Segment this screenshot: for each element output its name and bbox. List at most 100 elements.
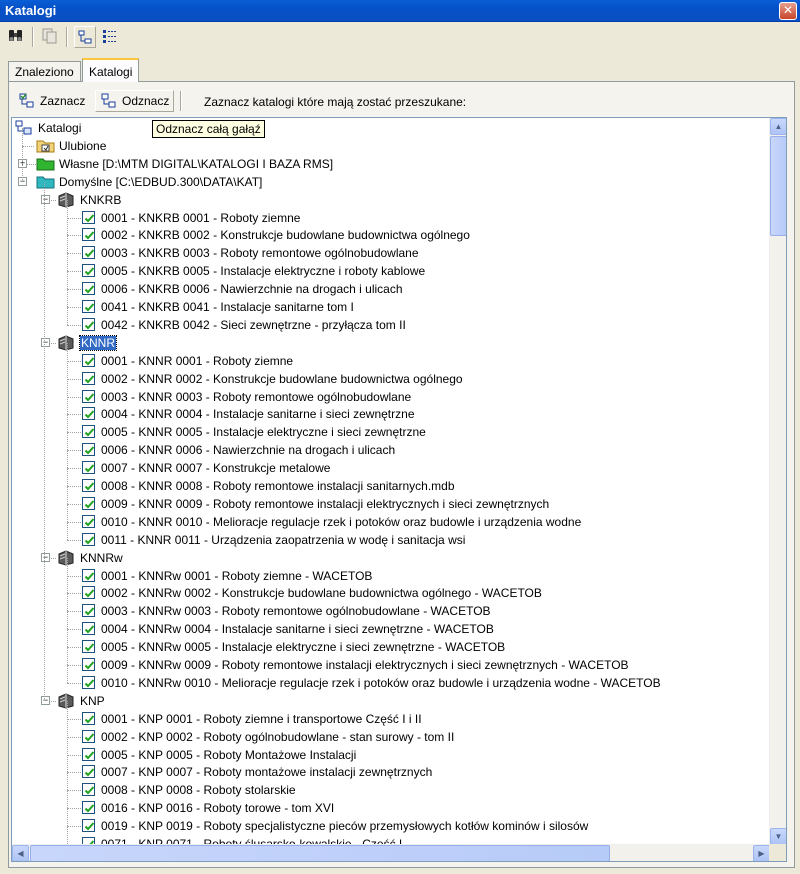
catalog-checkbox[interactable] (82, 640, 95, 654)
tree-group-knnrw[interactable]: − KNNRw (12, 549, 752, 567)
collapse-group-toggle[interactable]: − (41, 194, 50, 204)
catalog-item-label: 0016 - KNP 0016 - Roboty torowe - tom XV… (101, 801, 335, 816)
horizontal-scroll-thumb[interactable] (30, 845, 610, 861)
catalog-item[interactable]: 0001 - KNP 0001 - Roboty ziemne i transp… (12, 710, 752, 728)
catalog-checkbox[interactable] (82, 604, 95, 618)
catalog-item[interactable]: 0003 - KNNRw 0003 - Roboty remontowe ogó… (12, 602, 752, 620)
catalog-checkbox[interactable] (82, 729, 95, 743)
catalog-checkbox[interactable] (82, 747, 95, 761)
collapse-group-toggle[interactable]: − (41, 337, 50, 347)
catalog-checkbox[interactable] (82, 783, 95, 797)
tree-group-knp[interactable]: − KNP (12, 692, 752, 710)
catalog-checkbox[interactable] (82, 658, 95, 671)
tree-root[interactable]: Katalogi (12, 119, 752, 137)
catalog-checkbox[interactable] (82, 407, 95, 421)
catalog-item[interactable]: 0005 - KNNRw 0005 - Instalacje elektrycz… (12, 638, 752, 656)
catalog-checkbox[interactable] (82, 532, 95, 546)
catalog-item[interactable]: 0004 - KNNRw 0004 - Instalacje sanitarne… (12, 620, 752, 638)
find-button[interactable] (6, 26, 28, 48)
catalog-item[interactable]: 0001 - KNNRw 0001 - Roboty ziemne - WACE… (12, 567, 752, 585)
catalog-checkbox[interactable] (82, 282, 95, 296)
catalog-checkbox[interactable] (82, 514, 95, 528)
catalog-checkbox[interactable] (82, 711, 95, 725)
tree-connector (67, 486, 81, 487)
collapse-group-toggle[interactable]: − (41, 695, 50, 705)
catalog-item[interactable]: 0011 - KNNR 0011 - Urządzenia zaopatrzen… (12, 531, 752, 549)
catalog-checkbox[interactable] (82, 300, 95, 313)
catalog-checkbox[interactable] (82, 479, 95, 492)
catalog-item[interactable]: 0007 - KNP 0007 - Roboty montażowe insta… (12, 763, 752, 781)
list-view-button[interactable] (100, 26, 122, 48)
catalog-item[interactable]: 0006 - KNNR 0006 - Nawierzchnie na droga… (12, 441, 752, 459)
catalog-checkbox[interactable] (82, 228, 95, 242)
catalog-item[interactable]: 0010 - KNNRw 0010 - Melioracje regulacje… (12, 674, 752, 692)
catalog-checkbox[interactable] (82, 819, 95, 833)
catalog-item[interactable]: 0005 - KNP 0005 - Roboty Montażowe Insta… (12, 746, 752, 764)
catalog-item[interactable]: 0010 - KNNR 0010 - Melioracje regulacje … (12, 513, 752, 531)
tree-connector (67, 199, 68, 325)
tree-node-default[interactable]: − Domyślne [C:\EDBUD.300\DATA\KAT] (12, 173, 752, 191)
catalog-checkbox[interactable] (82, 389, 95, 403)
catalog-item[interactable]: 0002 - KNNR 0002 - Konstrukcje budowlane… (12, 370, 752, 388)
catalog-item[interactable]: 0009 - KNNR 0009 - Roboty remontowe inst… (12, 495, 752, 513)
catalog-checkbox[interactable] (82, 801, 95, 815)
catalog-checkbox[interactable] (82, 210, 95, 224)
catalog-item[interactable]: 0009 - KNNRw 0009 - Roboty remontowe ins… (12, 656, 752, 674)
catalog-checkbox[interactable] (82, 246, 95, 260)
catalog-item-label: 0002 - KNP 0002 - Roboty ogólnobudowlane… (101, 729, 455, 744)
catalog-item[interactable]: 0008 - KNP 0008 - Roboty stolarskie (12, 781, 752, 799)
collapse-group-toggle[interactable]: − (41, 552, 50, 562)
catalog-item[interactable]: 0019 - KNP 0019 - Roboty specjalistyczne… (12, 817, 752, 835)
catalog-item[interactable]: 0005 - KNNR 0005 - Instalacje elektryczn… (12, 423, 752, 441)
tab-catalogs[interactable]: Katalogi (82, 58, 140, 82)
catalog-item[interactable]: 0008 - KNNR 0008 - Roboty remontowe inst… (12, 477, 752, 495)
catalog-item[interactable]: 0001 - KNNR 0001 - Roboty ziemne (12, 352, 752, 370)
catalog-item[interactable]: 0042 - KNKRB 0042 - Sieci zewnętrzne - p… (12, 316, 752, 334)
catalog-checkbox[interactable] (82, 425, 95, 439)
catalog-item[interactable]: 0007 - KNNR 0007 - Konstrukcje metalowe (12, 459, 752, 477)
catalog-tree[interactable]: Katalogi Ulubione + Własne [D:\MTM DIGITAL\… (11, 117, 787, 862)
catalog-checkbox[interactable] (82, 765, 95, 779)
tree-connector (67, 360, 81, 362)
tree-node-favorites[interactable]: Ulubione (12, 137, 752, 155)
catalog-item[interactable]: 0003 - KNKRB 0003 - Roboty remontowe ogó… (12, 244, 752, 262)
tree-node-own[interactable]: + Własne [D:\MTM DIGITAL\KATALOGI I BAZA … (12, 155, 752, 173)
catalog-item[interactable]: 0002 - KNNRw 0002 - Konstrukcje budowlan… (12, 584, 752, 602)
catalog-item[interactable]: 0002 - KNKRB 0002 - Konstrukcje budowlan… (12, 226, 752, 244)
scroll-up-button[interactable]: ▲ (770, 118, 786, 135)
catalog-checkbox[interactable] (82, 496, 95, 510)
catalog-item[interactable]: 0004 - KNNR 0004 - Instalacje sanitarne … (12, 405, 752, 423)
catalog-checkbox[interactable] (82, 264, 95, 278)
catalog-checkbox[interactable] (82, 461, 95, 475)
catalog-checkbox[interactable] (82, 675, 95, 689)
deselect-branch-button[interactable]: Odznacz (95, 90, 175, 112)
tree-group-knkrb[interactable]: − KNKRB (12, 191, 752, 209)
catalog-item[interactable]: 0016 - KNP 0016 - Roboty torowe - tom XV… (12, 799, 752, 817)
copy-button[interactable] (40, 26, 62, 48)
catalog-checkbox[interactable] (82, 371, 95, 385)
close-button[interactable]: ✕ (779, 2, 797, 20)
catalog-checkbox[interactable] (82, 317, 95, 331)
catalog-item[interactable]: 0001 - KNKRB 0001 - Roboty ziemne (12, 209, 752, 227)
vertical-scroll-thumb[interactable] (770, 136, 786, 236)
catalog-checkbox[interactable] (82, 443, 95, 457)
catalog-item[interactable]: 0002 - KNP 0002 - Roboty ogólnobudowlane… (12, 728, 752, 746)
tab-found[interactable]: Znaleziono (8, 61, 81, 81)
catalog-item[interactable]: 0006 - KNKRB 0006 - Nawierzchnie na drog… (12, 280, 752, 298)
scroll-right-button[interactable]: ▶ (753, 845, 770, 861)
catalog-checkbox[interactable] (82, 353, 95, 367)
catalog-checkbox[interactable] (82, 586, 95, 600)
scroll-left-button[interactable]: ◀ (12, 845, 29, 861)
scroll-down-button[interactable]: ▼ (770, 828, 786, 845)
tree-view-button[interactable] (74, 26, 96, 48)
catalog-item[interactable]: 0003 - KNNR 0003 - Roboty remontowe ogól… (12, 388, 752, 406)
horizontal-scrollbar[interactable]: ◀ ▶ (12, 844, 770, 861)
catalog-checkbox[interactable] (82, 622, 95, 636)
select-branch-button[interactable]: Zaznacz (14, 90, 89, 112)
catalog-item[interactable]: 0005 - KNKRB 0005 - Instalacje elektrycz… (12, 262, 752, 280)
catalog-item[interactable]: 0041 - KNKRB 0041 - Instalacje sanitarne… (12, 298, 752, 316)
catalog-checkbox[interactable] (82, 568, 95, 582)
tree-group-knnr[interactable]: − KNNR (12, 334, 752, 352)
vertical-scrollbar[interactable]: ▲ ▼ (769, 118, 786, 845)
catalog-item-label: 0009 - KNNR 0009 - Roboty remontowe inst… (101, 496, 550, 511)
